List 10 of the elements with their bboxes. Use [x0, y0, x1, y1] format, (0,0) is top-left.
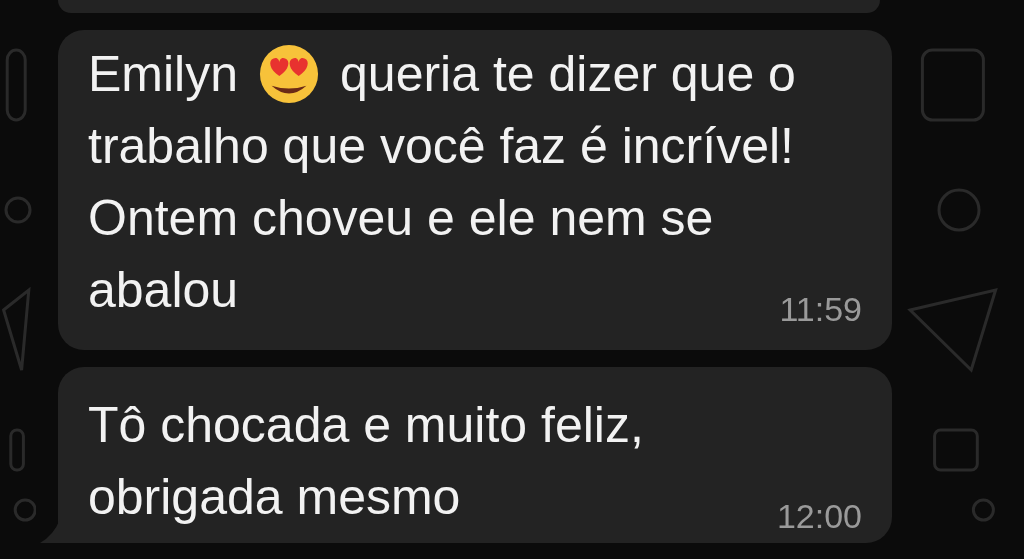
message-text: Ontem choveu e ele nem se	[88, 189, 715, 248]
message-text: trabalho que você faz é incrível!	[88, 117, 795, 176]
message-text: Emilyn	[88, 45, 239, 104]
message-text: abalou	[88, 261, 239, 320]
heart-eyes-emoji-icon	[258, 43, 321, 105]
message-text: obrigada mesmo	[88, 468, 461, 527]
message-text: queria te dizer que o	[340, 45, 796, 104]
message-time: 12:00	[776, 499, 862, 533]
message-time: 11:59	[779, 292, 862, 326]
message-text: Tô chocada e muito feliz,	[88, 396, 645, 455]
